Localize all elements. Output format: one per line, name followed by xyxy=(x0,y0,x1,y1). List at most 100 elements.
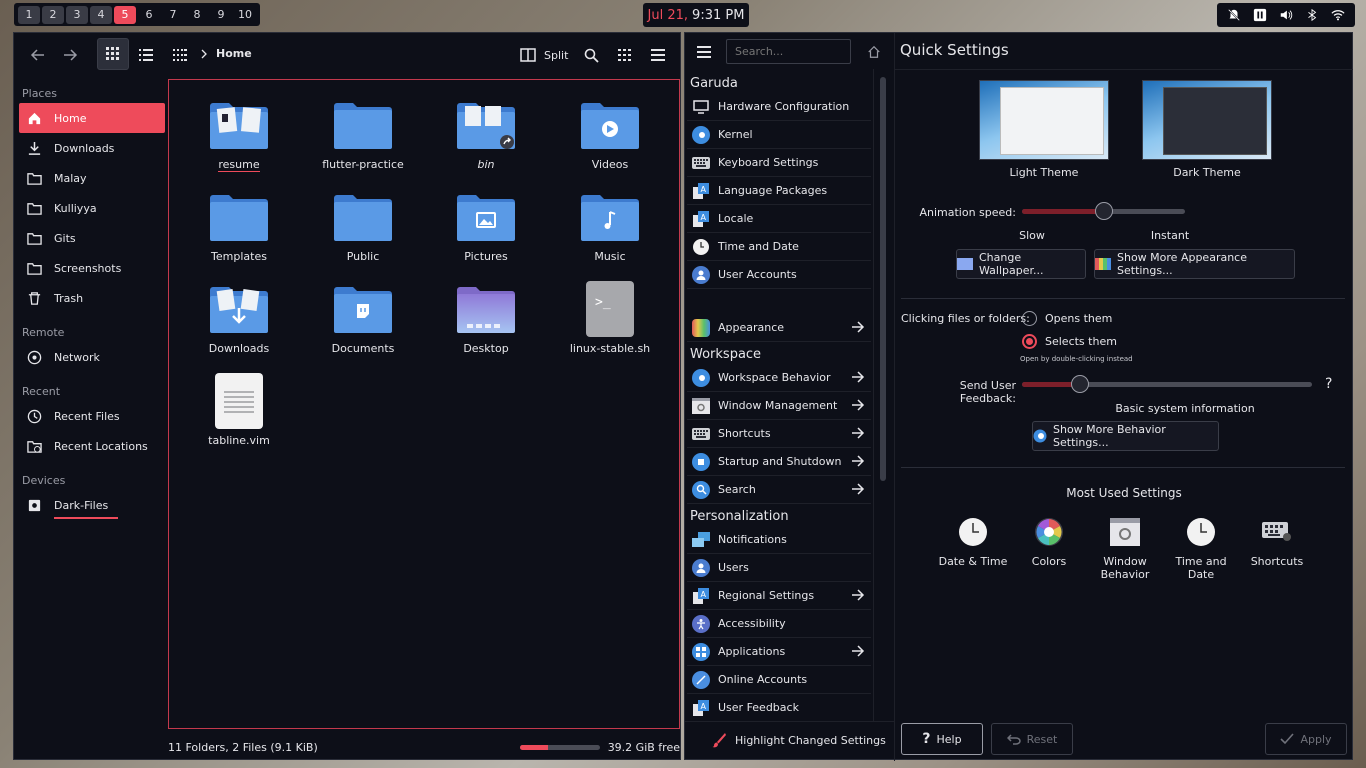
workspace-6[interactable]: 6 xyxy=(138,6,160,24)
highlight-changed-settings-button[interactable]: Highlight Changed Settings xyxy=(711,732,886,748)
file-item-pictures[interactable]: Pictures xyxy=(431,188,541,263)
settings-menu-button[interactable] xyxy=(691,39,717,65)
cat-search[interactable]: Search xyxy=(687,476,871,504)
cat-notifications[interactable]: Notifications xyxy=(687,526,871,554)
radio-opens-them[interactable]: Opens them xyxy=(1022,311,1112,326)
free-space[interactable]: 39.2 GiB free xyxy=(519,741,680,754)
file-item-downloads[interactable]: Downloads xyxy=(184,280,294,355)
workspace-7[interactable]: 7 xyxy=(162,6,184,24)
back-button[interactable] xyxy=(24,41,52,69)
cat-regional-settings[interactable]: A Regional Settings xyxy=(687,582,871,610)
help-button[interactable]: ? Help xyxy=(901,723,983,755)
file-item-flutter-practice[interactable]: flutter-practice xyxy=(308,96,418,171)
search-button[interactable] xyxy=(577,41,605,69)
cat-locale[interactable]: A Locale xyxy=(687,205,871,233)
sidebar-item-dark-files[interactable]: Dark-Files xyxy=(19,490,165,520)
cat-hardware-configuration[interactable]: Hardware Configuration xyxy=(687,93,871,121)
file-item-public[interactable]: Public xyxy=(308,188,418,263)
change-wallpaper-button[interactable]: Change Wallpaper... xyxy=(956,249,1086,279)
workspace-8[interactable]: 8 xyxy=(186,6,208,24)
pause-icon[interactable] xyxy=(1253,8,1267,22)
most-used-date-time[interactable]: Date & Time xyxy=(938,515,1008,568)
sidebar-item-kulliyya[interactable]: Kulliyya xyxy=(19,193,165,223)
workspace-4[interactable]: 4 xyxy=(90,5,112,24)
cat-users[interactable]: Users xyxy=(687,554,871,582)
forward-button[interactable] xyxy=(56,41,84,69)
file-item-desktop[interactable]: Desktop xyxy=(431,280,541,355)
workspace-10[interactable]: 10 xyxy=(234,6,256,24)
workspace-3[interactable]: 3 xyxy=(66,5,88,24)
file-item-tabline-vim[interactable]: tabline.vim xyxy=(184,372,294,447)
most-used-shortcuts[interactable]: Shortcuts xyxy=(1242,515,1312,568)
radio-selects-them[interactable]: Selects them xyxy=(1022,334,1117,349)
clock[interactable]: Jul 21, 9:31 PM xyxy=(643,3,749,27)
cat-time-and-date[interactable]: Time and Date xyxy=(687,233,871,261)
file-item-music[interactable]: Music xyxy=(555,188,665,263)
workspace-2[interactable]: 2 xyxy=(42,5,64,24)
bluetooth-icon[interactable] xyxy=(1305,8,1319,22)
feedback-slider-handle[interactable] xyxy=(1071,375,1089,393)
radio-button[interactable] xyxy=(1022,334,1037,349)
notifications-off-icon[interactable] xyxy=(1227,8,1241,22)
file-view[interactable]: resume flutter-practice bin Videos Templ… xyxy=(168,79,680,729)
dark-theme-thumbnail[interactable] xyxy=(1142,80,1272,160)
breadcrumb-home[interactable]: Home xyxy=(216,47,252,60)
more-appearance-settings-button[interactable]: Show More Appearance Settings... xyxy=(1094,249,1295,279)
volume-icon[interactable] xyxy=(1279,8,1293,22)
home-button[interactable] xyxy=(861,39,887,65)
file-item-linux-stable-sh[interactable]: >_ linux-stable.sh xyxy=(555,280,665,355)
apply-button[interactable]: Apply xyxy=(1265,723,1347,755)
sidebar-item-malay[interactable]: Malay xyxy=(19,163,165,193)
most-used-window-behavior[interactable]: Window Behavior xyxy=(1090,515,1160,581)
animation-slider-handle[interactable] xyxy=(1094,202,1113,220)
sidebar-item-downloads[interactable]: Downloads xyxy=(19,133,165,163)
cat-online-accounts[interactable]: Online Accounts xyxy=(687,666,871,694)
cat-language-packages[interactable]: A Language Packages xyxy=(687,177,871,205)
sidebar-item-network[interactable]: Network xyxy=(19,342,165,372)
reset-button[interactable]: Reset xyxy=(991,723,1073,755)
sidebar-item-gits[interactable]: Gits xyxy=(19,223,165,253)
wifi-icon[interactable] xyxy=(1331,8,1345,22)
cat-user-accounts[interactable]: User Accounts xyxy=(687,261,871,289)
file-item-videos[interactable]: Videos xyxy=(555,96,665,171)
filter-button[interactable] xyxy=(611,41,639,69)
sidebar-item-trash[interactable]: Trash xyxy=(19,283,165,313)
sidebar-item-home[interactable]: Home xyxy=(19,103,165,133)
cat-startup-and-shutdown[interactable]: Startup and Shutdown xyxy=(687,448,871,476)
cat-window-management[interactable]: Window Management xyxy=(687,392,871,420)
more-behavior-settings-button[interactable]: Show More Behavior Settings... xyxy=(1032,421,1219,451)
cat-kernel[interactable]: Kernel xyxy=(687,121,871,149)
cat-workspace-behavior[interactable]: Workspace Behavior xyxy=(687,364,871,392)
workspace-5[interactable]: 5 xyxy=(114,5,136,24)
details-view-button[interactable] xyxy=(132,41,160,69)
settings-search-input[interactable] xyxy=(726,39,851,64)
file-item-documents[interactable]: Documents xyxy=(308,280,418,355)
most-used-colors[interactable]: Colors xyxy=(1014,515,1084,568)
cat-accessibility[interactable]: Accessibility xyxy=(687,610,871,638)
feedback-help-button[interactable]: ? xyxy=(1325,376,1332,392)
sidebar-item-recent-locations[interactable]: Recent Locations xyxy=(19,431,165,461)
cat-shortcuts[interactable]: Shortcuts xyxy=(687,420,871,448)
icons-view-button[interactable] xyxy=(97,38,129,70)
radio-button[interactable] xyxy=(1022,311,1037,326)
light-theme-thumbnail[interactable] xyxy=(979,80,1109,160)
file-item-templates[interactable]: Templates xyxy=(184,188,294,263)
workspace-1[interactable]: 1 xyxy=(18,5,40,24)
breadcrumb[interactable]: Home xyxy=(200,47,252,60)
file-item-bin[interactable]: bin xyxy=(431,96,541,171)
workspace-9[interactable]: 9 xyxy=(210,6,232,24)
most-used-time-and-date[interactable]: Time and Date xyxy=(1166,515,1236,581)
category-scrollbar[interactable] xyxy=(880,77,886,481)
feedback-slider[interactable] xyxy=(1022,375,1312,393)
sidebar-item-recent-files[interactable]: Recent Files xyxy=(19,401,165,431)
cat-user-feedback[interactable]: A User Feedback xyxy=(687,694,871,722)
cat-appearance[interactable]: Appearance xyxy=(687,314,871,342)
menu-button[interactable] xyxy=(644,41,672,69)
split-button[interactable]: Split xyxy=(514,41,574,69)
animation-speed-slider[interactable] xyxy=(1022,202,1185,220)
file-item-resume[interactable]: resume xyxy=(184,96,294,172)
compact-view-button[interactable] xyxy=(166,41,194,69)
cat-applications[interactable]: Applications xyxy=(687,638,871,666)
cat-keyboard-settings[interactable]: Keyboard Settings xyxy=(687,149,871,177)
sidebar-item-screenshots[interactable]: Screenshots xyxy=(19,253,165,283)
